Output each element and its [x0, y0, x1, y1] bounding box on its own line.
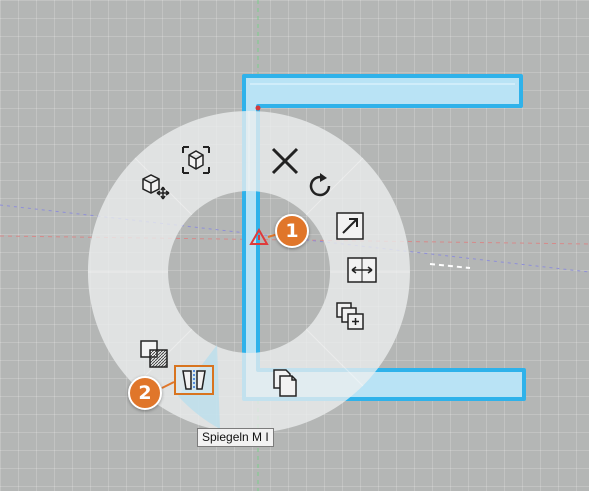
copy-add-icon	[336, 302, 364, 330]
hatch-icon	[140, 340, 168, 368]
copy-add-button[interactable]	[330, 296, 370, 336]
mirror-button[interactable]	[174, 365, 214, 395]
direction-guide	[429, 263, 471, 269]
stretch-icon	[347, 257, 377, 283]
hatch-button[interactable]	[134, 334, 174, 374]
paste-button[interactable]	[265, 363, 305, 403]
callout-badge-2: 2	[128, 376, 162, 410]
delete-button[interactable]	[265, 141, 305, 181]
3d-viewport[interactable]: 1 2 Spiegeln M I	[0, 0, 589, 491]
rotate-button[interactable]	[300, 166, 340, 206]
transform-3d-icon	[182, 146, 210, 174]
scale-button[interactable]	[330, 206, 370, 246]
rotate-icon	[309, 173, 331, 197]
transform-3d-button[interactable]	[176, 140, 216, 180]
mirror-tooltip: Spiegeln M I	[197, 428, 274, 447]
move-3d-button[interactable]	[134, 166, 174, 206]
callout-badge-1: 1	[275, 214, 309, 248]
scale-icon	[336, 212, 364, 240]
stretch-button[interactable]	[342, 250, 382, 290]
move-3d-icon	[142, 174, 170, 200]
wall-vertex-point[interactable]	[255, 105, 261, 111]
paste-icon	[273, 369, 297, 397]
mirror-icon	[182, 370, 206, 390]
delete-icon	[271, 147, 299, 175]
